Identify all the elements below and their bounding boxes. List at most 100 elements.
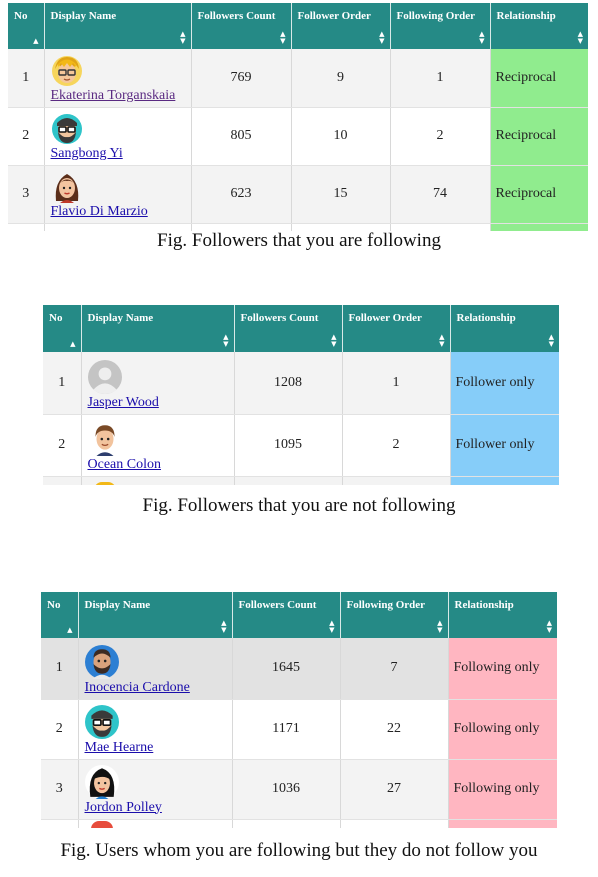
sort-both-icon: ▲ ▼ [437, 619, 443, 634]
column-header-relationship[interactable]: Relationship ▲ ▼ [450, 305, 559, 352]
column-header-display-name[interactable]: Display Name ▲ ▼ [78, 592, 233, 638]
sort-both-icon: ▲ ▼ [331, 333, 337, 348]
user-name-link[interactable]: Ocean Colon [88, 457, 161, 472]
figure-caption: Fig. Users whom you are following but th… [60, 840, 538, 861]
display-name-cell: Ocean Colon [81, 414, 235, 477]
column-header-followers-count[interactable]: Followers Count ▲ ▼ [234, 305, 343, 352]
relationship-badge: Reciprocal [490, 49, 588, 108]
header-label: No [14, 10, 28, 22]
table-row: 2 Sangbong Yi 805 10 2 Reciprocal [8, 107, 588, 166]
header-label: Follower Order [297, 10, 371, 22]
table-row: 2 Mae Hearne 1171 22 Following only [41, 699, 557, 760]
sort-both-icon: ▲ ▼ [180, 30, 186, 45]
following-order: 27 [340, 759, 449, 820]
sort-both-icon: ▲ ▼ [223, 333, 229, 348]
follower-order: 10 [291, 107, 391, 166]
data-table: No ▲ Display Name ▲ ▼ Followers Count ▲ ▼ Fol… [41, 592, 557, 828]
display-name-cell: Flavio Di Marzio [44, 165, 192, 224]
relationship-badge: Following only [448, 759, 557, 820]
man-avatar-icon [94, 424, 115, 456]
user-name-link[interactable]: Sangbong Yi [51, 146, 123, 161]
column-header-no[interactable]: No ▲ [41, 592, 79, 638]
table-row: 1 Ekaterina Torganskaia 769 9 1 Reciproc… [8, 49, 588, 108]
user-name-link[interactable]: Flavio Di Marzio [51, 204, 148, 219]
relationship-badge: Following only [448, 699, 557, 760]
header-label: Display Name [84, 599, 151, 611]
column-header-follower-order[interactable]: Follower Order ▲ ▼ [342, 305, 451, 352]
column-header-relationship[interactable]: Relationship ▲ ▼ [490, 3, 588, 49]
table-row: 1 Inocencia Cardone 1645 7 Following onl… [41, 638, 557, 700]
row-number: 2 [41, 699, 79, 760]
header-label: Relationship [496, 10, 556, 22]
display-name-cell: Jasper Wood [81, 352, 235, 415]
follower-order: 1 [342, 352, 451, 415]
data-table: No ▲ Display Name ▲ ▼ Followers Count ▲ ▼ Fol… [43, 305, 559, 485]
avatar-peek [91, 821, 113, 828]
relationship-badge: Follower only [450, 352, 559, 415]
display-name-cell: Ekaterina Torganskaia [44, 49, 192, 108]
sort-both-icon: ▲ ▼ [221, 619, 227, 634]
user-name-link[interactable]: Jordon Polley [85, 800, 162, 815]
column-header-followers-count[interactable]: Followers Count ▲ ▼ [191, 3, 292, 49]
bearded-man-avatar-icon [84, 644, 119, 679]
figure-caption: Fig. Followers that you are following [157, 230, 441, 251]
followers-count: 623 [191, 165, 292, 224]
row-number: 1 [43, 352, 82, 415]
header-label: Followers Count [238, 599, 317, 611]
table-following-not-followed: No ▲ Display Name ▲ ▼ Followers Count ▲ ▼ Fol… [41, 592, 557, 828]
table-row: 3 Flavio Di Marzio 623 15 74 Reciprocal [8, 165, 588, 224]
followers-count: 1171 [232, 699, 341, 760]
row-number: 2 [8, 107, 45, 166]
row-number: 3 [41, 759, 79, 820]
column-header-display-name[interactable]: Display Name ▲ ▼ [44, 3, 192, 49]
display-name-cell: Inocencia Cardone [78, 638, 233, 700]
woman-avatar-icon [55, 173, 78, 203]
follower-order: 9 [291, 49, 391, 108]
column-header-no[interactable]: No ▲ [43, 305, 82, 352]
relationship-badge: Reciprocal [490, 107, 588, 166]
figure-caption: Fig. Followers that you are not followin… [142, 495, 456, 516]
column-header-following-order[interactable]: Following Order ▲ ▼ [390, 3, 491, 49]
table-row-partial [41, 819, 557, 828]
following-order: 74 [390, 165, 491, 224]
header-label: Followers Count [197, 10, 276, 22]
header-label: Follower Order [348, 312, 422, 324]
follower-order: 2 [342, 414, 451, 477]
user-name-link[interactable]: Mae Hearne [85, 740, 154, 755]
woman-dark-hair-avatar-icon [84, 764, 119, 799]
column-header-display-name[interactable]: Display Name ▲ ▼ [81, 305, 235, 352]
row-number: 1 [8, 49, 45, 108]
column-header-follower-order[interactable]: Follower Order ▲ ▼ [291, 3, 391, 49]
table-row: 3 Jordon Polley 1036 27 Following only [41, 759, 557, 820]
header-label: Relationship [454, 599, 514, 611]
row-number: 2 [43, 414, 82, 477]
header-label: Following Order [396, 10, 476, 22]
followers-count: 769 [191, 49, 292, 108]
header-label: Display Name [50, 10, 117, 22]
user-name-link[interactable]: Inocencia Cardone [85, 680, 190, 695]
header-label: Relationship [456, 312, 516, 324]
column-header-no[interactable]: No ▲ [8, 3, 45, 49]
sort-both-icon: ▲ ▼ [379, 30, 385, 45]
header-label: Followers Count [240, 312, 319, 324]
followers-count: 1208 [234, 352, 343, 415]
table-followers-not-following: No ▲ Display Name ▲ ▼ Followers Count ▲ ▼ Fol… [43, 305, 559, 485]
sort-both-icon: ▲ ▼ [546, 619, 552, 634]
sort-asc-icon: ▲ [67, 626, 73, 634]
column-header-relationship[interactable]: Relationship ▲ ▼ [448, 592, 557, 638]
sort-both-icon: ▲ ▼ [577, 30, 583, 45]
relationship-badge: Follower only [450, 414, 559, 477]
blonde-glasses-avatar-icon [51, 55, 82, 86]
sort-asc-icon: ▲ [70, 340, 76, 348]
sort-both-icon: ▲ ▼ [280, 30, 286, 45]
user-name-link[interactable]: Jasper Wood [88, 395, 159, 410]
row-number: 3 [8, 165, 45, 224]
table-row-partial [43, 476, 559, 485]
relationship-badge: Reciprocal [490, 165, 588, 224]
sort-asc-icon: ▲ [33, 37, 39, 45]
column-header-following-order[interactable]: Following Order ▲ ▼ [340, 592, 449, 638]
user-name-link[interactable]: Ekaterina Torganskaia [51, 88, 176, 103]
table-row: 2 Ocean Colon 1095 2 Follower only [43, 414, 559, 477]
default-user-avatar-icon [87, 359, 122, 394]
column-header-followers-count[interactable]: Followers Count ▲ ▼ [232, 592, 341, 638]
